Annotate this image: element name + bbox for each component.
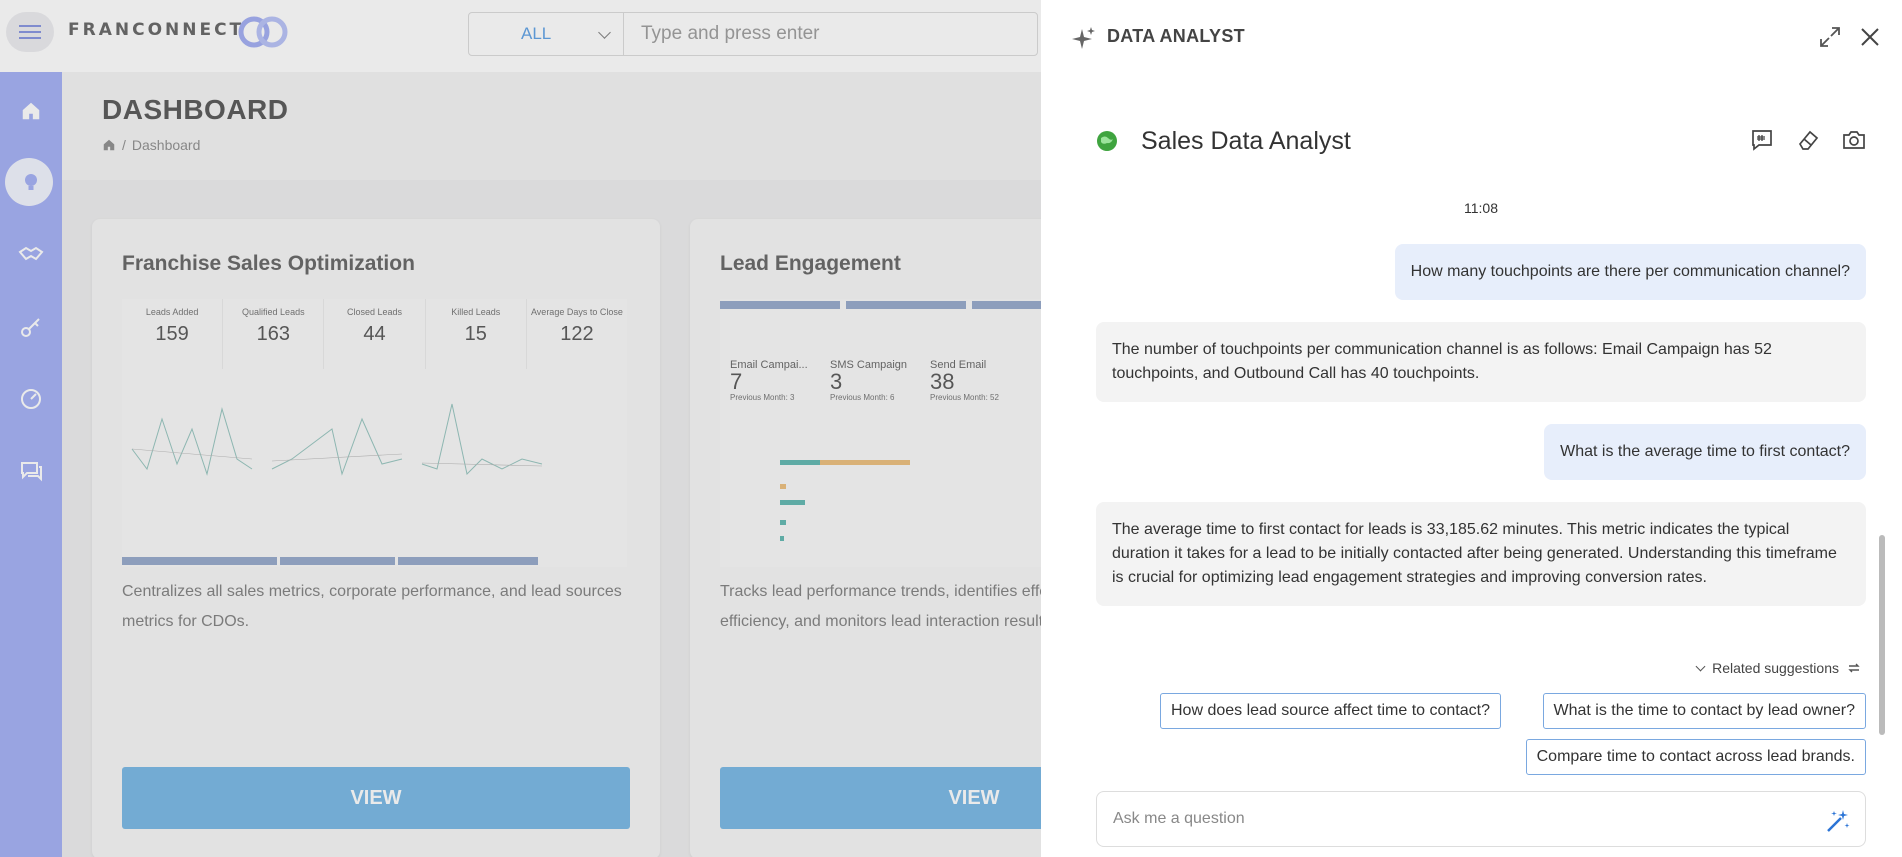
modal-backdrop[interactable]: [0, 0, 1052, 857]
user-message: How many touchpoints are there per commu…: [1394, 244, 1866, 300]
assistant-message: The average time to first contact for le…: [1096, 502, 1866, 606]
analyst-header: Sales Data Analyst: [1096, 120, 1866, 162]
assistant-message: The number of touchpoints per communicat…: [1096, 322, 1866, 402]
magic-wand-icon[interactable]: [1825, 808, 1851, 834]
close-icon[interactable]: [1859, 26, 1881, 48]
analyst-name: Sales Data Analyst: [1141, 127, 1351, 155]
suggestion-chip[interactable]: How does lead source affect time to cont…: [1160, 693, 1501, 729]
chevron-down-icon: [1695, 661, 1706, 671]
analyst-toolbar: [1750, 128, 1866, 152]
eraser-icon[interactable]: [1796, 128, 1820, 152]
new-chat-icon[interactable]: [1750, 128, 1774, 152]
refresh-icon[interactable]: [1847, 661, 1861, 675]
related-suggestions-label: Related suggestions: [1712, 660, 1839, 676]
question-input[interactable]: [1113, 792, 1813, 846]
sparkle-icon: [1072, 27, 1095, 49]
camera-icon[interactable]: [1842, 128, 1866, 152]
related-suggestions-toggle[interactable]: Related suggestions: [1695, 660, 1861, 676]
user-message: What is the average time to first contac…: [1544, 424, 1866, 480]
suggestion-chip[interactable]: Compare time to contact across lead bran…: [1525, 739, 1866, 775]
chat-scrollbar[interactable]: [1879, 535, 1885, 735]
panel-title: DATA ANALYST: [1107, 26, 1245, 46]
message-timestamp: 11:08: [1464, 200, 1498, 216]
expand-icon[interactable]: [1819, 26, 1841, 48]
question-input-box: [1096, 791, 1866, 847]
suggestion-chip[interactable]: What is the time to contact by lead owne…: [1542, 693, 1866, 729]
globe-icon: [1097, 131, 1117, 151]
chat-thread: 11:08 How many touchpoints are there per…: [1096, 170, 1866, 775]
data-analyst-panel: DATA ANALYST Sales Data Analyst 11:08 Ho…: [1041, 0, 1902, 857]
